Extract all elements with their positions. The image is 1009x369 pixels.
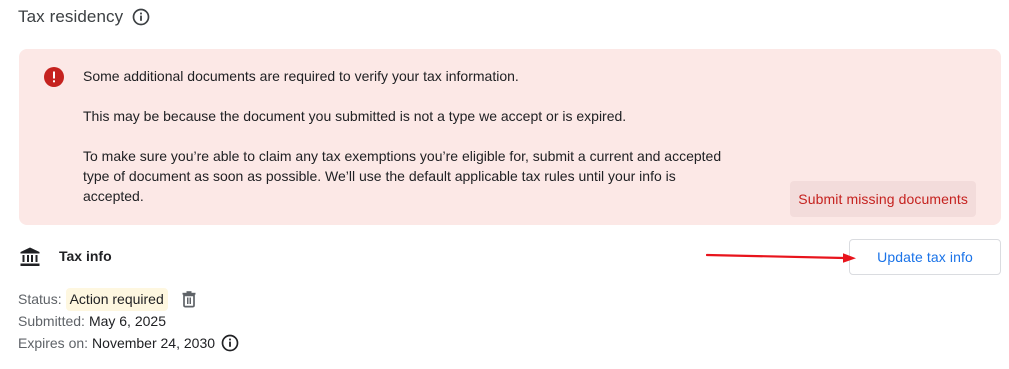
submit-missing-documents-button[interactable]: Submit missing documents [790,181,976,217]
expires-row: Expires on: November 24, 2030 [18,332,239,354]
expires-key: Expires on: [18,334,89,351]
alert-line-3: To make sure you’re able to claim any ta… [83,148,722,204]
bank-icon [19,246,41,268]
submitted-key: Submitted: [18,312,85,329]
red-arrow-annotation [706,253,856,263]
update-tax-info-button[interactable]: Update tax info [849,239,1001,275]
status-key: Status: [18,290,62,307]
trash-icon[interactable] [180,290,198,308]
status-badge: Action required [65,287,168,311]
status-row: Status: Action required [18,287,239,311]
error-icon [44,67,64,87]
expires-date: November 24, 2030 [92,334,216,351]
alert-line-1: Some additional documents are required t… [83,68,519,84]
submitted-date: May 6, 2025 [88,312,166,329]
missing-documents-alert: Some additional documents are required t… [19,49,1001,225]
tax-info-label: Tax info [59,248,112,264]
info-icon[interactable] [132,8,150,26]
section-title: Tax residency [18,7,124,26]
alert-line-2: This may be because the document you sub… [83,108,627,124]
alert-message: Some additional documents are required t… [83,66,733,206]
submitted-row: Submitted: May 6, 2025 [18,310,239,332]
section-header: Tax residency [18,5,150,29]
info-icon[interactable] [221,334,239,352]
tax-info-details: Status: Action required Submitted: May 6… [18,287,239,354]
